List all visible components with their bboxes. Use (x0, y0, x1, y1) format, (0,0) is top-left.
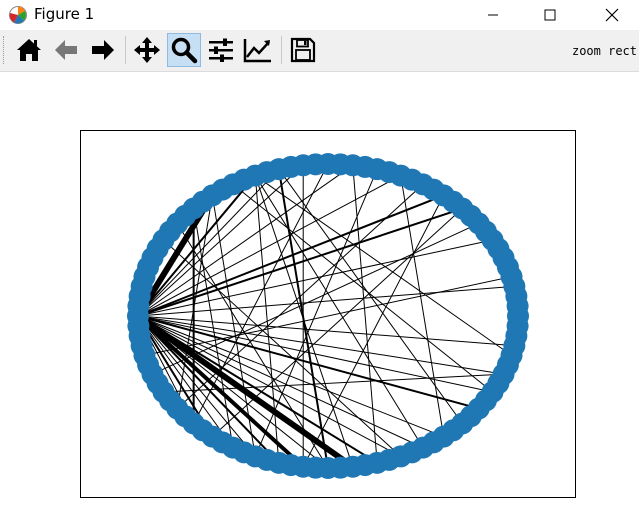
back-arrow-icon (55, 40, 77, 60)
configure-subplots-button[interactable] (204, 33, 238, 67)
zoom-button[interactable] (167, 33, 201, 67)
window-title: Figure 1 (34, 5, 95, 23)
graph-edge (254, 168, 378, 457)
forward-button[interactable] (86, 33, 120, 67)
forward-arrow-icon (92, 40, 114, 60)
maximize-icon (544, 9, 556, 21)
save-button[interactable] (286, 33, 320, 67)
graph-edge (144, 276, 512, 356)
subplots-icon (209, 38, 233, 62)
toolbar-status-text: zoom rect (571, 44, 637, 58)
home-button[interactable] (12, 33, 46, 67)
navigation-toolbar: zoom rect (0, 30, 639, 72)
minimize-icon (488, 14, 498, 16)
close-icon (605, 8, 619, 22)
zoom-icon (171, 37, 198, 64)
title-bar: Figure 1 (0, 0, 639, 30)
plot-axes[interactable] (80, 130, 576, 498)
network-graph (127, 153, 529, 479)
graph-node (506, 314, 529, 337)
toolbar-grip (3, 36, 7, 64)
edit-axes-button[interactable] (241, 33, 275, 67)
figure-canvas[interactable] (0, 72, 639, 531)
toolbar-separator (125, 36, 126, 64)
back-button[interactable] (49, 33, 83, 67)
graph-edge (254, 175, 424, 448)
close-button[interactable] (589, 0, 635, 30)
toolbar-separator (281, 36, 282, 64)
home-icon (17, 39, 41, 61)
save-icon (290, 37, 316, 63)
maximize-button[interactable] (527, 0, 573, 30)
minimize-button[interactable] (470, 0, 516, 30)
edit-axes-icon (243, 39, 271, 63)
matplotlib-logo-icon (9, 6, 27, 24)
graph-edge (352, 165, 378, 463)
pan-icon (134, 37, 160, 63)
graph-edge (400, 175, 445, 437)
pan-button[interactable] (130, 33, 164, 67)
